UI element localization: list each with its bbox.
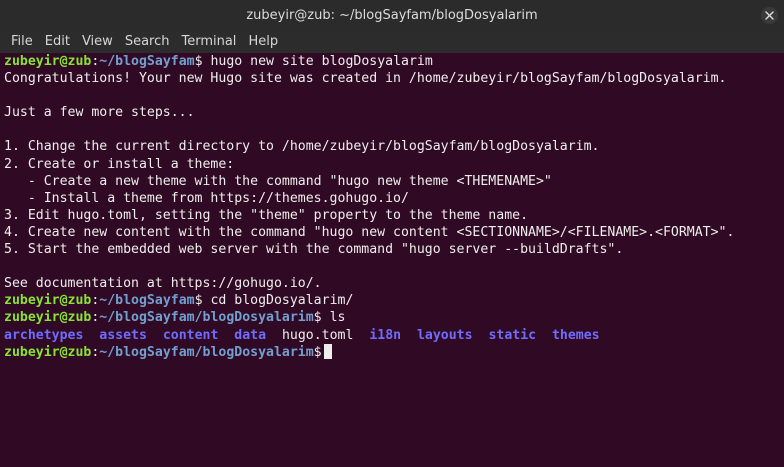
prompt-user-host: zubeyir@zub [4,293,92,309]
ls-file: hugo.toml [281,327,354,343]
title-bar[interactable]: zubeyir@zub: ~/blogSayfam/blogDosyalarim [0,0,784,31]
menu-help[interactable]: Help [242,31,284,53]
ls-directory: data [234,327,267,343]
prompt-line-1: zubeyir@zub:~/blogSayfam$ hugo new site … [4,53,784,70]
output-line: - Install a theme from https://themes.go… [4,190,409,206]
output-line: 3. Edit hugo.toml, setting the "theme" p… [4,207,529,223]
menu-terminal[interactable]: Terminal [175,31,242,53]
terminal-window: zubeyir@zub: ~/blogSayfam/blogDosyalarim… [0,0,784,467]
prompt-path: ~/blogSayfam [99,293,195,309]
prompt-line-2: zubeyir@zub:~/blogSayfam$ cd blogDosyala… [4,292,784,309]
menu-bar: File Edit View Search Terminal Help [0,31,784,53]
prompt-user-host: zubeyir@zub [4,54,92,69]
output-line: 4. Create new content with the command "… [4,224,735,240]
prompt-line-3: zubeyir@zub:~/blogSayfam/blogDosyalarim$… [4,309,784,326]
ls-directory: content [162,327,219,343]
prompt-path: ~/blogSayfam/blogDosyalarim [99,310,314,326]
menu-search[interactable]: Search [119,31,176,53]
output-line: Congratulations! Your new Hugo site was … [4,71,727,87]
prompt-symbol: $ [194,293,203,309]
prompt-path: ~/blogSayfam/blogDosyalarim [99,344,314,360]
ls-directory: static [488,327,537,343]
command-text: hugo new site blogDosyalarim [202,54,433,69]
output-line: See documentation at https://gohugo.io/. [4,276,322,292]
menu-view[interactable]: View [76,31,119,53]
prompt-path: ~/blogSayfam [99,54,195,69]
command-text: cd blogDosyalarim/ [202,293,354,309]
output-line: 1. Change the current directory to /home… [4,139,600,155]
prompt-line-4: zubeyir@zub:~/blogSayfam/blogDosyalarim$ [4,343,784,361]
menu-file[interactable]: File [5,31,39,53]
ls-directory: layouts [416,327,473,343]
output-line: 2. Create or install a theme: [4,156,235,172]
ls-output-line: archetypes assets content data hugo.toml… [4,327,784,344]
prompt-symbol: $ [313,310,322,326]
close-icon [765,11,774,20]
ls-directory: assets [99,327,147,343]
terminal-area[interactable]: zubeyir@zub:~/blogSayfam$ hugo new site … [0,53,784,467]
ls-directory: themes [551,327,600,343]
menu-edit[interactable]: Edit [39,31,76,53]
prompt-symbol: $ [194,54,203,69]
text-cursor [323,343,332,359]
window-title: zubeyir@zub: ~/blogSayfam/blogDosyalarim [246,8,538,23]
close-button[interactable] [761,7,778,24]
output-line: Just a few more steps... [4,105,195,121]
prompt-user-host: zubeyir@zub [4,344,92,360]
output-line: 5. Start the embedded web server with th… [4,242,624,258]
output-line: - Create a new theme with the command "h… [4,173,552,189]
prompt-symbol: $ [313,344,322,360]
ls-directory: archetypes [4,327,84,343]
ls-directory: i18n [369,327,402,343]
command-text: ls [321,310,346,326]
prompt-user-host: zubeyir@zub [4,310,92,326]
